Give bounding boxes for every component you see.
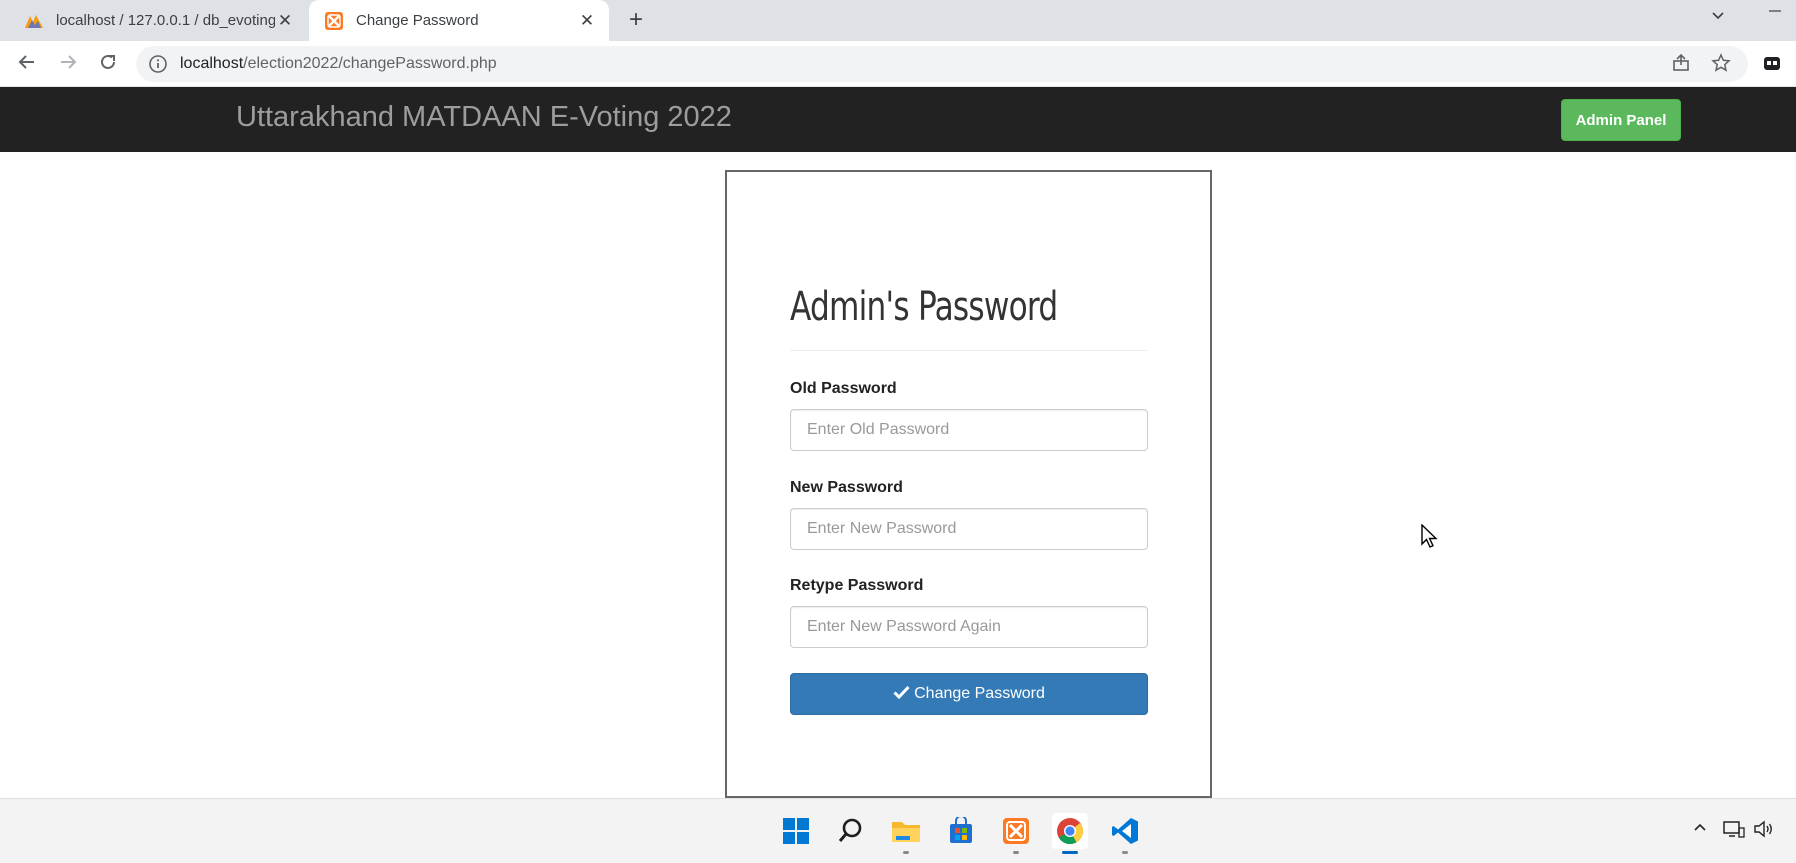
windows-taskbar bbox=[0, 798, 1796, 863]
new-password-label: New Password bbox=[790, 479, 903, 496]
chrome-icon[interactable] bbox=[1052, 813, 1088, 854]
network-icon[interactable] bbox=[1722, 819, 1746, 843]
close-tab-icon[interactable]: ✕ bbox=[275, 11, 295, 31]
xampp-icon[interactable] bbox=[998, 813, 1034, 854]
browser-tab-change-password[interactable]: Change Password ✕ bbox=[309, 0, 609, 41]
close-tab-icon[interactable]: ✕ bbox=[577, 11, 597, 31]
page-title: Admin's Password bbox=[790, 284, 1058, 330]
tab-title: localhost / 127.0.0.1 / db_evoting bbox=[56, 12, 275, 29]
chevron-down-icon[interactable] bbox=[1706, 7, 1730, 31]
change-password-card: Admin's Password Old Password New Passwo… bbox=[725, 170, 1212, 798]
browser-tab-strip: localhost / 127.0.0.1 / db_evoting ✕ Cha… bbox=[0, 0, 1796, 41]
url-text: localhost/election2022/changePassword.ph… bbox=[180, 55, 497, 72]
change-password-button[interactable]: Change Password bbox=[790, 673, 1148, 715]
share-icon[interactable] bbox=[1670, 53, 1692, 75]
vscode-icon[interactable] bbox=[1107, 813, 1143, 854]
new-tab-button[interactable]: + bbox=[622, 8, 650, 34]
minimize-window-icon[interactable] bbox=[1760, 2, 1790, 32]
windows-start-icon[interactable] bbox=[778, 813, 814, 849]
file-explorer-icon[interactable] bbox=[888, 813, 924, 854]
address-bar[interactable]: localhost/election2022/changePassword.ph… bbox=[136, 46, 1748, 82]
site-info-icon[interactable] bbox=[148, 54, 168, 74]
checkmark-icon bbox=[893, 684, 910, 704]
reload-icon[interactable] bbox=[94, 51, 122, 79]
retype-password-label: Retype Password bbox=[790, 577, 924, 594]
retype-password-input[interactable] bbox=[790, 606, 1148, 648]
new-password-input[interactable] bbox=[790, 508, 1148, 550]
mouse-cursor-icon bbox=[1421, 523, 1439, 555]
old-password-input[interactable] bbox=[790, 409, 1148, 451]
search-icon[interactable] bbox=[833, 813, 869, 849]
bookmark-star-icon[interactable] bbox=[1710, 53, 1732, 75]
chevron-up-icon[interactable] bbox=[1688, 819, 1712, 843]
xampp-icon bbox=[324, 11, 344, 31]
divider bbox=[790, 350, 1148, 351]
tab-title: Change Password bbox=[356, 12, 479, 29]
change-password-button-label: Change Password bbox=[914, 685, 1045, 702]
profile-icon[interactable] bbox=[1761, 53, 1783, 75]
forward-arrow-icon[interactable] bbox=[54, 51, 82, 79]
site-brand[interactable]: Uttarakhand MATDAAN E-Voting 2022 bbox=[236, 101, 732, 134]
browser-toolbar: localhost/election2022/changePassword.ph… bbox=[0, 41, 1796, 87]
admin-panel-button[interactable]: Admin Panel bbox=[1561, 99, 1681, 141]
volume-icon[interactable] bbox=[1752, 819, 1776, 843]
browser-tab-phpmyadmin[interactable]: localhost / 127.0.0.1 / db_evoting ✕ bbox=[0, 0, 307, 41]
old-password-label: Old Password bbox=[790, 380, 897, 397]
microsoft-store-icon[interactable] bbox=[943, 813, 979, 849]
phpmyadmin-icon bbox=[24, 11, 44, 31]
back-arrow-icon[interactable] bbox=[13, 51, 41, 79]
site-navbar: Uttarakhand MATDAAN E-Voting 2022 Admin … bbox=[0, 87, 1796, 152]
